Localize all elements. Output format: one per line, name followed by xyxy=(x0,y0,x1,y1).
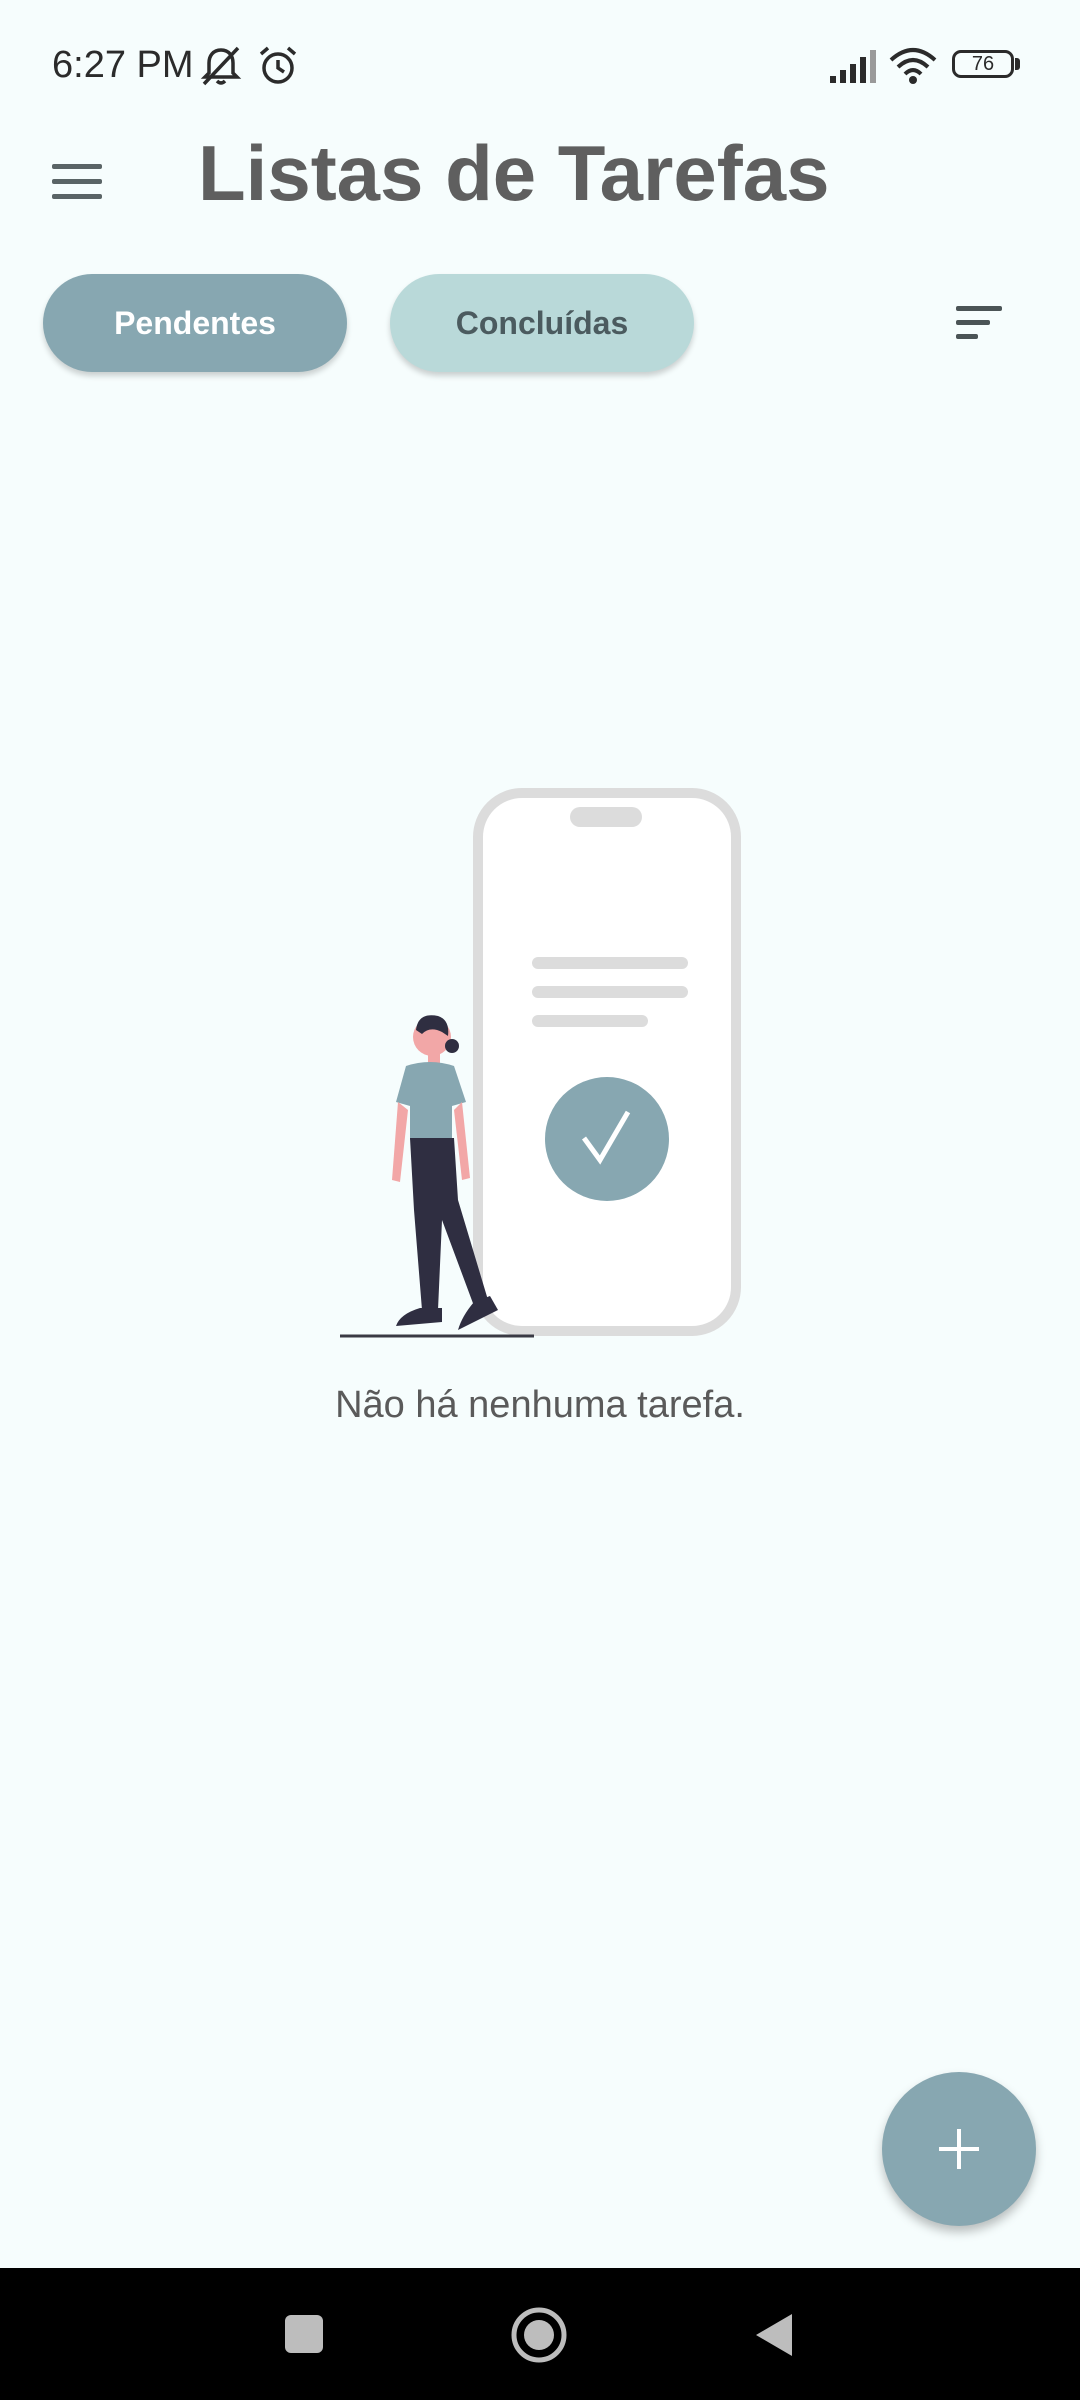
status-time: 6:27 PM xyxy=(52,44,194,86)
empty-state-message: Não há nenhuma tarefa. xyxy=(335,1384,745,1426)
sort-icon[interactable] xyxy=(944,298,1014,348)
wifi-icon xyxy=(888,46,938,91)
notifications-off-icon xyxy=(198,44,244,93)
tab-pendentes[interactable]: Pendentes xyxy=(43,274,347,372)
home-circle-icon[interactable] xyxy=(510,2306,568,2369)
signal-icon xyxy=(828,48,878,89)
system-nav-bar xyxy=(0,2268,1080,2400)
battery-icon: 76 xyxy=(952,50,1014,78)
person-with-phone-checkmark-illustration xyxy=(330,780,750,1350)
add-task-button[interactable] xyxy=(882,2072,1036,2226)
hamburger-menu-icon[interactable] xyxy=(40,150,114,212)
page-title: Listas de Tarefas xyxy=(198,129,830,217)
tab-concluidas[interactable]: Concluídas xyxy=(390,274,694,372)
add-icon xyxy=(939,2129,979,2169)
battery-tip xyxy=(1015,58,1020,70)
recents-square-icon[interactable] xyxy=(282,2312,326,2361)
alarm-icon xyxy=(256,44,300,93)
back-triangle-icon[interactable] xyxy=(752,2310,796,2365)
battery-level: 76 xyxy=(971,53,995,75)
status-bar: 6:27 PM 76 xyxy=(0,0,1080,130)
